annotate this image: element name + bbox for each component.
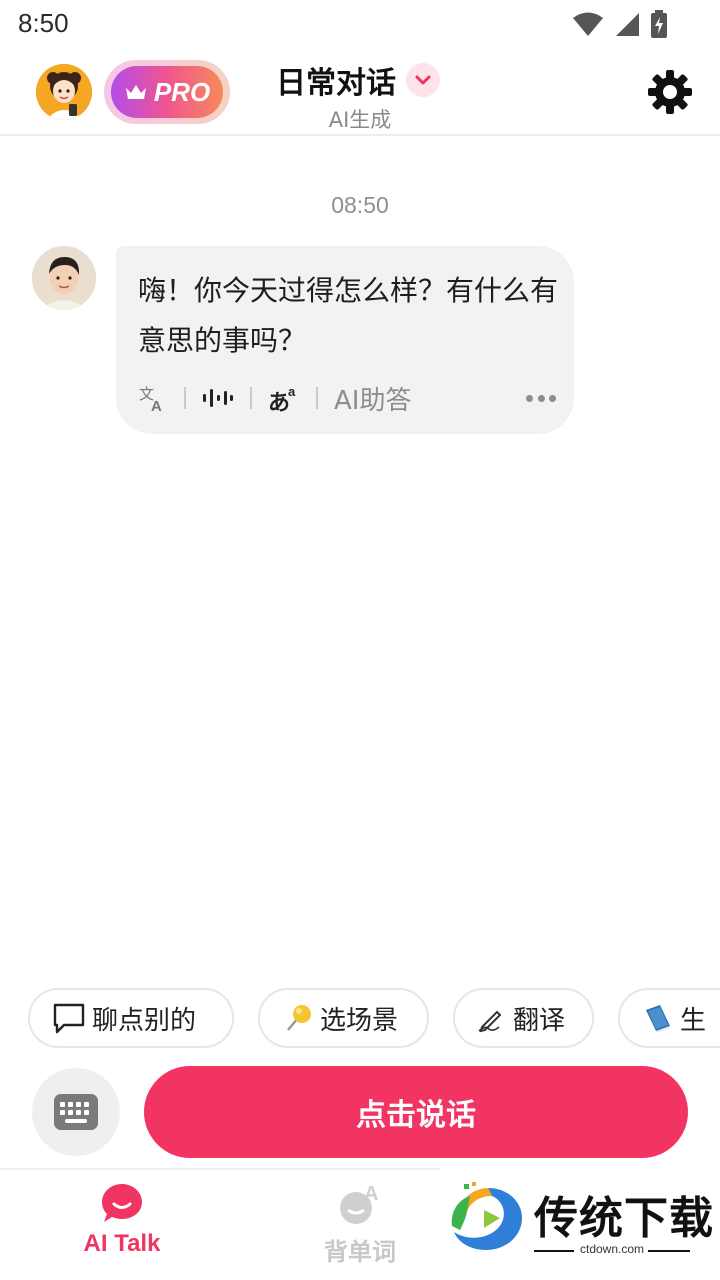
watermark-logo: 传统下载 ctdown.com bbox=[440, 1160, 720, 1280]
pin-icon bbox=[287, 1005, 311, 1031]
wifi-icon bbox=[573, 12, 603, 36]
chat-bubble-icon bbox=[53, 1003, 85, 1034]
chevron-down-icon[interactable] bbox=[406, 63, 440, 97]
vocab-icon: A bbox=[340, 1183, 378, 1224]
chip-label: 聊点别的 bbox=[92, 1005, 197, 1036]
suggestion-chips: 聊点别的 选场景 翻译 生 bbox=[28, 988, 720, 1048]
chip-vocab[interactable]: 生 bbox=[618, 988, 720, 1048]
page-subtitle: AI生成 bbox=[328, 108, 392, 132]
page-title: 日常对话 bbox=[276, 66, 396, 101]
divider bbox=[250, 387, 252, 409]
title-selector[interactable]: 日常对话 bbox=[276, 58, 440, 102]
keyboard-icon bbox=[54, 1094, 98, 1130]
message-toolbar: 文 A あ a AI助答 bbox=[138, 380, 558, 416]
ai-avatar[interactable] bbox=[32, 246, 96, 310]
svg-text:A: A bbox=[151, 398, 162, 413]
app-header: PRO 日常对话 AI生成 bbox=[0, 54, 720, 136]
ai-assist-button[interactable]: AI助答 bbox=[334, 380, 411, 417]
translate-icon[interactable]: 文 A bbox=[138, 380, 168, 416]
book-icon bbox=[646, 1005, 670, 1033]
svg-text:A: A bbox=[364, 1183, 378, 1205]
pro-label: PRO bbox=[153, 76, 211, 107]
watermark-text: 传统下载 bbox=[534, 1193, 714, 1244]
divider bbox=[316, 387, 318, 409]
status-time: 8:50 bbox=[18, 8, 69, 38]
waveform-icon[interactable] bbox=[202, 380, 234, 416]
svg-text:あ: あ bbox=[268, 391, 290, 414]
gear-icon[interactable] bbox=[648, 70, 692, 114]
nav-label: AI Talk bbox=[83, 1230, 161, 1257]
chip-label: 翻译 bbox=[513, 1005, 566, 1036]
chip-label: 生 bbox=[680, 1005, 707, 1036]
battery-icon bbox=[651, 10, 667, 38]
ai-message-bubble[interactable]: 嗨！你今天过得怎么样？有什么有意思的事吗？ 文 A あ a AI助答 bbox=[116, 246, 574, 434]
watermark-url: ctdown.com bbox=[579, 1242, 645, 1256]
chip-chat-else[interactable]: 聊点别的 bbox=[28, 988, 234, 1048]
more-icon[interactable] bbox=[526, 392, 556, 404]
chip-label: 选场景 bbox=[320, 1005, 399, 1036]
nav-ai-talk[interactable]: AI Talk bbox=[42, 1182, 202, 1278]
watermark-emblem-icon bbox=[451, 1182, 522, 1250]
keyboard-button[interactable] bbox=[32, 1068, 120, 1156]
divider bbox=[184, 387, 186, 409]
svg-text:a: a bbox=[288, 384, 296, 399]
ai-talk-icon bbox=[102, 1184, 142, 1222]
nav-label: 背单词 bbox=[324, 1238, 396, 1266]
push-to-talk-button[interactable]: 点击说话 bbox=[144, 1066, 688, 1158]
phonetic-icon[interactable]: あ a bbox=[268, 380, 300, 416]
message-timestamp: 08:50 bbox=[331, 192, 389, 218]
signal-icon bbox=[616, 13, 639, 36]
chip-translate[interactable]: 翻译 bbox=[453, 988, 594, 1048]
pen-icon bbox=[478, 1010, 502, 1033]
message-text: 嗨！你今天过得怎么样？有什么有意思的事吗？ bbox=[138, 274, 559, 357]
nav-vocab[interactable]: A 背单词 bbox=[280, 1182, 440, 1278]
chip-choose-scene[interactable]: 选场景 bbox=[258, 988, 429, 1048]
status-bar: 8:50 bbox=[0, 0, 720, 50]
status-icons bbox=[572, 10, 668, 38]
crown-icon bbox=[125, 85, 146, 99]
